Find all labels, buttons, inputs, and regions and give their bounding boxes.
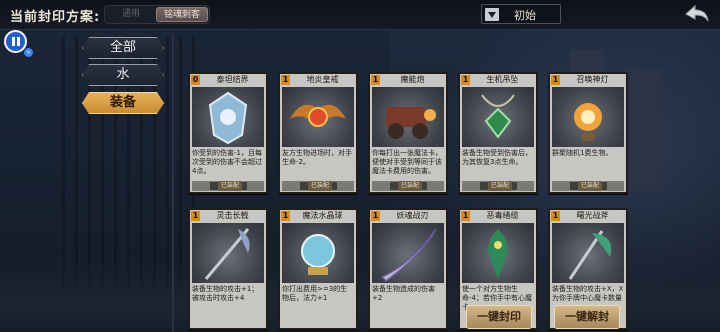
preset-dropdown[interactable]: 初始	[481, 4, 561, 24]
axe-art-icon	[552, 223, 624, 283]
category-equipment[interactable]: 装备	[82, 92, 164, 114]
ring-art-icon	[282, 87, 354, 147]
card-equipped-tag: 已装配	[308, 181, 333, 191]
card-name: 生机吊坠	[486, 75, 519, 84]
card-name: 曙光战斧	[576, 211, 609, 220]
seal-option-selected[interactable]: 铭魂刺客	[156, 7, 208, 22]
crystal-ball-art-icon	[282, 223, 354, 283]
back-button[interactable]	[684, 4, 710, 24]
card-titan-barrier[interactable]: 0 泰坦结界 你受到的伤害-1，且每次受到的伤害不会超过4点。 已装配	[188, 72, 268, 194]
card-cost: 1	[461, 211, 470, 221]
card-spirit-halberd[interactable]: 1 灵击长戟 装备生物的攻击+1；被攻击时攻击+4	[188, 208, 268, 330]
card-cost: 0	[191, 75, 200, 85]
card-equipped-tag: 已装配	[488, 181, 513, 191]
card-description: 你打出费用>=3的生物后，法力+1	[282, 285, 348, 302]
card-cost: 1	[281, 75, 290, 85]
card-name: 妖魂战刃	[396, 211, 429, 220]
card-cost: 1	[461, 75, 470, 85]
card-name: 魔法水晶球	[302, 211, 343, 220]
lamp-art-icon	[552, 87, 624, 147]
seal-all-button[interactable]: 一键封印	[466, 305, 532, 329]
card-name: 灵击长戟	[216, 211, 249, 220]
card-crystal-ball[interactable]: 1 魔法水晶球 你打出费用>=3的生物后，法力+1	[278, 208, 358, 330]
card-fire-ring[interactable]: 1 地炎皇戒 友方生物进场时，对手生命-2。 已装配	[278, 72, 358, 194]
card-soul-blade[interactable]: 1 妖魂战刃 装备生物造成的伤害+2	[368, 208, 448, 330]
card-summon-lamp[interactable]: 1 召唤神灯 群聚随机1费生物。 已装配	[548, 72, 628, 194]
card-name: 恶毒绪缆	[486, 211, 519, 220]
card-name: 地炎皇戒	[306, 75, 339, 84]
card-equipped-tag: 已装配	[218, 181, 243, 191]
pendant-art-icon	[462, 87, 534, 147]
poison-art-icon	[462, 223, 534, 283]
card-equipped-tag: 已装配	[578, 181, 603, 191]
back-arrow-icon	[685, 4, 709, 22]
card-name: 魔能炮	[400, 75, 425, 84]
card-equipped-tag: 已装配	[398, 181, 423, 191]
card-description: 你每打出一张魔法卡，便使对手受到等同于该魔法卡费用的伤害。	[372, 149, 442, 175]
blade-art-icon	[372, 223, 444, 283]
card-name: 召唤神灯	[576, 75, 609, 84]
dropdown-arrow-icon[interactable]	[485, 8, 499, 21]
seal-option-general[interactable]: 通用	[108, 7, 154, 22]
seal-scheme-toggle[interactable]: 通用 铭魂刺客	[104, 5, 210, 24]
card-magic-cannon[interactable]: 1 魔能炮 你每打出一张魔法卡，便使对手受到等同于该魔法卡费用的伤害。 已装配	[368, 72, 448, 194]
card-cost: 1	[551, 75, 560, 85]
seal-scheme-label: 当前封印方案:	[10, 10, 101, 25]
card-cost: 1	[281, 211, 290, 221]
card-cost: 1	[371, 211, 380, 221]
card-cost: 1	[551, 211, 560, 221]
card-description: 群聚随机1费生物。	[552, 149, 613, 157]
cannon-art-icon	[372, 87, 444, 147]
halberd-art-icon	[192, 223, 264, 283]
category-water[interactable]: 水	[82, 64, 164, 86]
card-description: 装备生物的攻击+1；被攻击时攻击+4	[192, 285, 259, 302]
preset-value: 初始	[514, 9, 536, 22]
card-description: 你受到的伤害-1，且每次受到的伤害不会超过4点。	[192, 149, 262, 175]
card-cost: 1	[191, 211, 200, 221]
card-cost: 1	[371, 75, 380, 85]
shield-art-icon	[192, 87, 264, 147]
fast-forward-icon[interactable]: »	[24, 48, 33, 57]
category-all[interactable]: 全部	[82, 37, 164, 59]
card-description: 装备生物受到伤害后，为其恢复3点生命。	[462, 149, 532, 166]
card-life-pendant[interactable]: 1 生机吊坠 装备生物受到伤害后，为其恢复3点生命。 已装配	[458, 72, 538, 194]
card-name: 泰坦结界	[216, 75, 249, 84]
card-description: 友方生物进场时，对手生命-2。	[282, 149, 352, 166]
top-bar: 当前封印方案: 通用 铭魂刺客 初始	[0, 0, 720, 30]
unseal-all-button[interactable]: 一键解封	[554, 305, 620, 329]
card-description: 装备生物造成的伤害+2	[372, 285, 435, 302]
